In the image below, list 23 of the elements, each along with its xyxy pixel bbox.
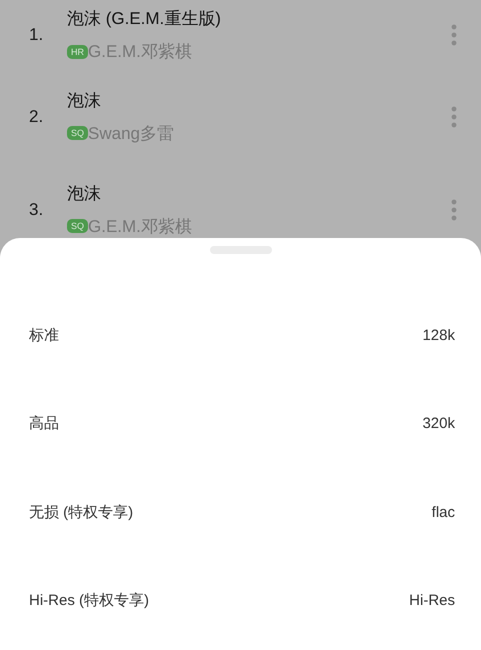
track-number: 2.	[29, 106, 44, 126]
quality-option[interactable]: 标准	[29, 326, 59, 345]
bitrate-value: 128k	[422, 326, 455, 344]
track-number: 3.	[29, 200, 44, 220]
bitrate-value: 320k	[422, 415, 455, 432]
artist-name: G.E.M.邓紫棋	[88, 41, 192, 63]
quality-option[interactable]: Hi-Res (特权专享)	[29, 591, 149, 610]
bitrate-value: Hi-Res	[409, 592, 455, 610]
quality-option[interactable]: 高品	[29, 414, 59, 434]
quality-badge: SQ	[67, 219, 88, 233]
quality-badge: HR	[67, 44, 88, 58]
bitrate-value: flac	[432, 504, 455, 521]
track-number: 1.	[29, 25, 44, 45]
artist-name: Swang多雷	[88, 122, 174, 144]
more-icon[interactable]	[451, 106, 457, 128]
song-title[interactable]: 泡沫	[67, 182, 451, 204]
quality-badge: SQ	[67, 126, 88, 140]
more-icon[interactable]	[451, 24, 457, 46]
artist-name: G.E.M.邓紫棋	[88, 216, 192, 238]
more-icon[interactable]	[451, 198, 457, 220]
song-title[interactable]: 泡沫 (G.E.M.重生版)	[67, 7, 451, 30]
song-title[interactable]: 泡沫	[67, 88, 451, 112]
quality-option[interactable]: 无损 (特权专享)	[29, 502, 134, 522]
